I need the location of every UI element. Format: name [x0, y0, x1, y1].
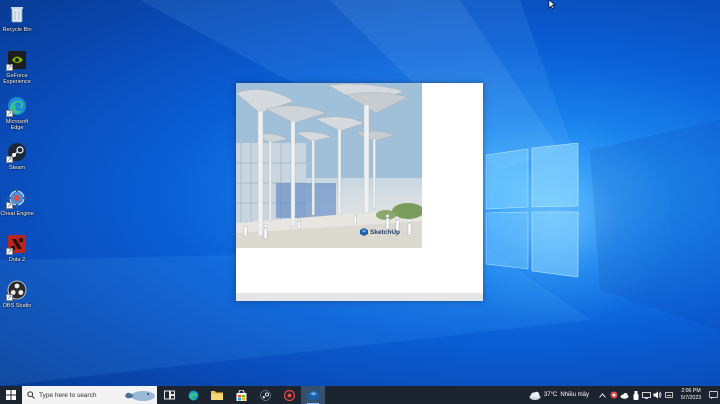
- taskbar: 37°C Nhiều mây 2:06 PM 5/7/2023: [0, 386, 720, 404]
- splash-progress-track: [236, 293, 483, 301]
- desktop-icon-label: Dota 2: [8, 257, 26, 263]
- app-red-icon: [283, 389, 295, 401]
- desktop-icon-obs[interactable]: ↗ OBS Studio: [0, 279, 34, 309]
- desktop-icon-steam[interactable]: ↗ Steam: [0, 141, 34, 171]
- steam-icon: [259, 389, 271, 401]
- taskbar-steam-button[interactable]: [253, 386, 277, 404]
- display-icon: [642, 391, 651, 399]
- volume-button[interactable]: [652, 386, 663, 404]
- show-hidden-icons-button[interactable]: [597, 386, 608, 404]
- sketchup-splash-window: SketchUp: [236, 83, 483, 301]
- sketchup-brand-text: SketchUp: [370, 228, 400, 236]
- onedrive-icon: [620, 392, 629, 399]
- file-explorer-icon: [211, 391, 223, 400]
- steam-icon: ↗: [6, 141, 28, 163]
- desktop-icon-dota2[interactable]: ↗ Dota 2: [0, 233, 34, 263]
- system-tray: 37°C Nhiều mây 2:06 PM 5/7/2023: [529, 386, 720, 404]
- desktop-icon-label: OBS Studio: [2, 303, 32, 309]
- search-input[interactable]: [39, 391, 119, 399]
- edge-icon: [188, 390, 198, 400]
- sketchup-icon: [307, 389, 319, 401]
- edge-icon: ↗: [6, 95, 28, 117]
- taskbar-clock[interactable]: 2:06 PM 5/7/2023: [676, 388, 706, 402]
- notification-icon: [708, 391, 718, 399]
- weather-condition: Nhiều mây: [560, 392, 589, 398]
- desktop-icon-label: Steam: [9, 165, 25, 171]
- taskbar-search-box[interactable]: [22, 386, 157, 404]
- tray-display-button[interactable]: [641, 386, 652, 404]
- usb-icon: [633, 390, 638, 400]
- weather-temp: 37°C: [543, 392, 558, 398]
- clock-time: 2:06 PM: [681, 388, 701, 394]
- task-view-button[interactable]: [157, 386, 181, 404]
- taskbar-edge-button[interactable]: [181, 386, 205, 404]
- windows-logo: [485, 143, 579, 278]
- volume-icon: [653, 391, 662, 399]
- desktop-icon-label: Microsoft Edge: [5, 119, 29, 131]
- search-icon: [27, 391, 35, 399]
- desktop-icon-label: Cheat Engine: [0, 211, 34, 217]
- taskbar-file-explorer-button[interactable]: [205, 386, 229, 404]
- desktop-icon-geforce[interactable]: ↗ GeForce Experience: [0, 49, 34, 85]
- task-view-icon: [163, 390, 175, 400]
- dota2-icon: ↗: [6, 233, 28, 255]
- cloud-icon: [529, 391, 541, 400]
- recycle-bin-icon: [6, 3, 28, 25]
- weather-widget[interactable]: 37°C Nhiều mây: [529, 391, 589, 400]
- keyboard-icon: [664, 392, 673, 398]
- taskbar-app-red-button[interactable]: [277, 386, 301, 404]
- tray-app-red-icon: [610, 391, 617, 399]
- cheat-engine-icon: ↗: [6, 187, 28, 209]
- geforce-icon: ↗: [6, 49, 28, 71]
- desktop-icon-label: Recycle Bin: [2, 27, 32, 33]
- search-highlight-icon: [125, 391, 155, 401]
- chevron-up-icon: [599, 392, 606, 398]
- taskbar-store-button[interactable]: [229, 386, 253, 404]
- language-button[interactable]: [663, 386, 674, 404]
- sketchup-logo-icon: [360, 228, 368, 236]
- store-icon: [236, 389, 246, 401]
- taskbar-sketchup-button[interactable]: [301, 386, 325, 404]
- obs-icon: ↗: [6, 279, 28, 301]
- desktop-icon-label: GeForce Experience: [3, 73, 31, 85]
- tray-cloud-button[interactable]: [619, 386, 630, 404]
- tray-usb-button[interactable]: [630, 386, 641, 404]
- windows-start-icon: [6, 390, 16, 400]
- start-button[interactable]: [0, 386, 22, 404]
- desktop-icon-cheat-engine[interactable]: ↗ Cheat Engine: [0, 187, 34, 217]
- clock-date: 5/7/2023: [680, 395, 702, 401]
- desktop-icon-recycle-bin[interactable]: Recycle Bin: [0, 3, 34, 33]
- desktop-icon-edge[interactable]: ↗ Microsoft Edge: [0, 95, 34, 131]
- mouse-cursor-icon: [548, 0, 556, 10]
- splash-rendering-image: [236, 83, 422, 248]
- sketchup-logo: SketchUp: [360, 228, 400, 236]
- notification-center-button[interactable]: [706, 386, 720, 404]
- tray-app-red-button[interactable]: [608, 386, 619, 404]
